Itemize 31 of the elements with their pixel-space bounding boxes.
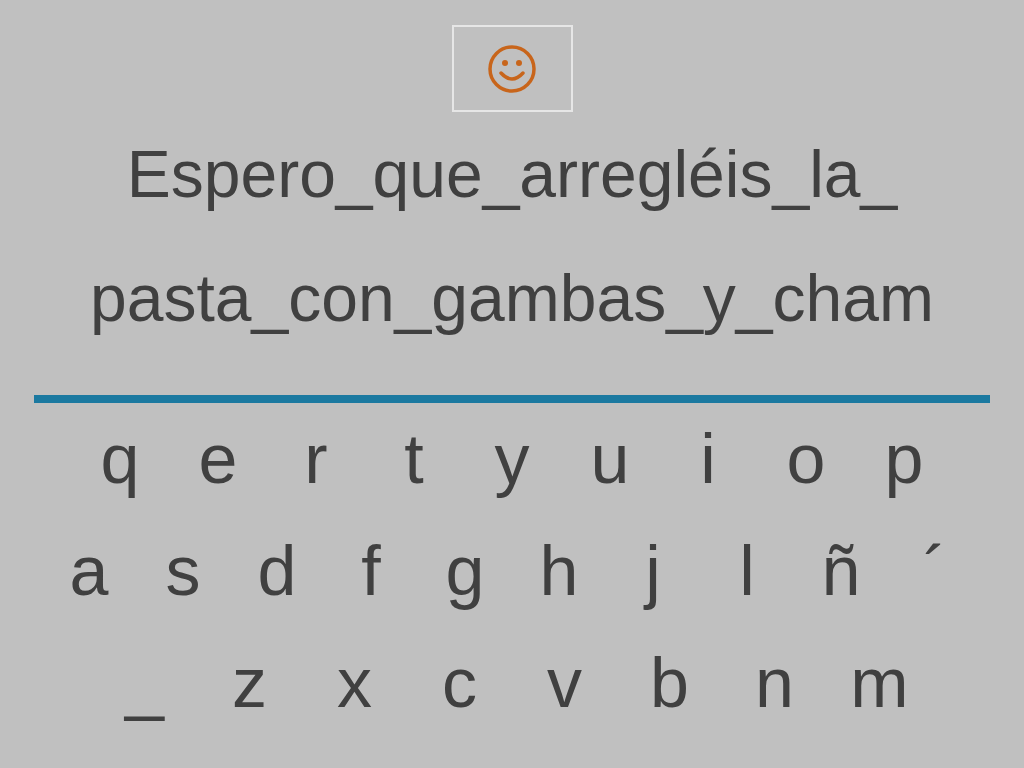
letter-key[interactable]: s — [136, 515, 230, 627]
letter-key[interactable]: x — [302, 627, 407, 739]
letter-key[interactable]: b — [617, 627, 722, 739]
letter-key[interactable]: _ — [92, 627, 197, 739]
letter-key[interactable]: c — [407, 627, 512, 739]
smiley-icon — [487, 43, 537, 94]
letter-key[interactable]: e — [169, 403, 267, 515]
sentence-line: pasta_con_gambas_y_cham — [90, 260, 934, 337]
letter-key[interactable]: a — [42, 515, 136, 627]
letter-key[interactable]: ñ — [794, 515, 888, 627]
letter-key[interactable]: m — [827, 627, 932, 739]
letter-key[interactable]: i — [659, 403, 757, 515]
letter-key[interactable]: g — [418, 515, 512, 627]
letter-key[interactable]: u — [561, 403, 659, 515]
letter-key[interactable]: y — [463, 403, 561, 515]
letter-key[interactable]: h — [512, 515, 606, 627]
smiley-button[interactable] — [451, 25, 573, 112]
letter-key[interactable]: l — [700, 515, 794, 627]
letter-key[interactable]: d — [230, 515, 324, 627]
letter-key[interactable]: o — [757, 403, 855, 515]
letter-key[interactable]: v — [512, 627, 617, 739]
letter-key[interactable]: j — [606, 515, 700, 627]
letter-key[interactable]: q — [71, 403, 169, 515]
sentence-line: Espero_que_arregléis_la_ — [126, 136, 898, 213]
letter-key[interactable]: z — [197, 627, 302, 739]
letter-key[interactable]: f — [324, 515, 418, 627]
letter-key[interactable]: ´ — [888, 515, 982, 627]
letter-key[interactable]: n — [722, 627, 827, 739]
letter-key[interactable]: t — [365, 403, 463, 515]
letter-key[interactable]: p — [855, 403, 953, 515]
letter-key[interactable]: r — [267, 403, 365, 515]
